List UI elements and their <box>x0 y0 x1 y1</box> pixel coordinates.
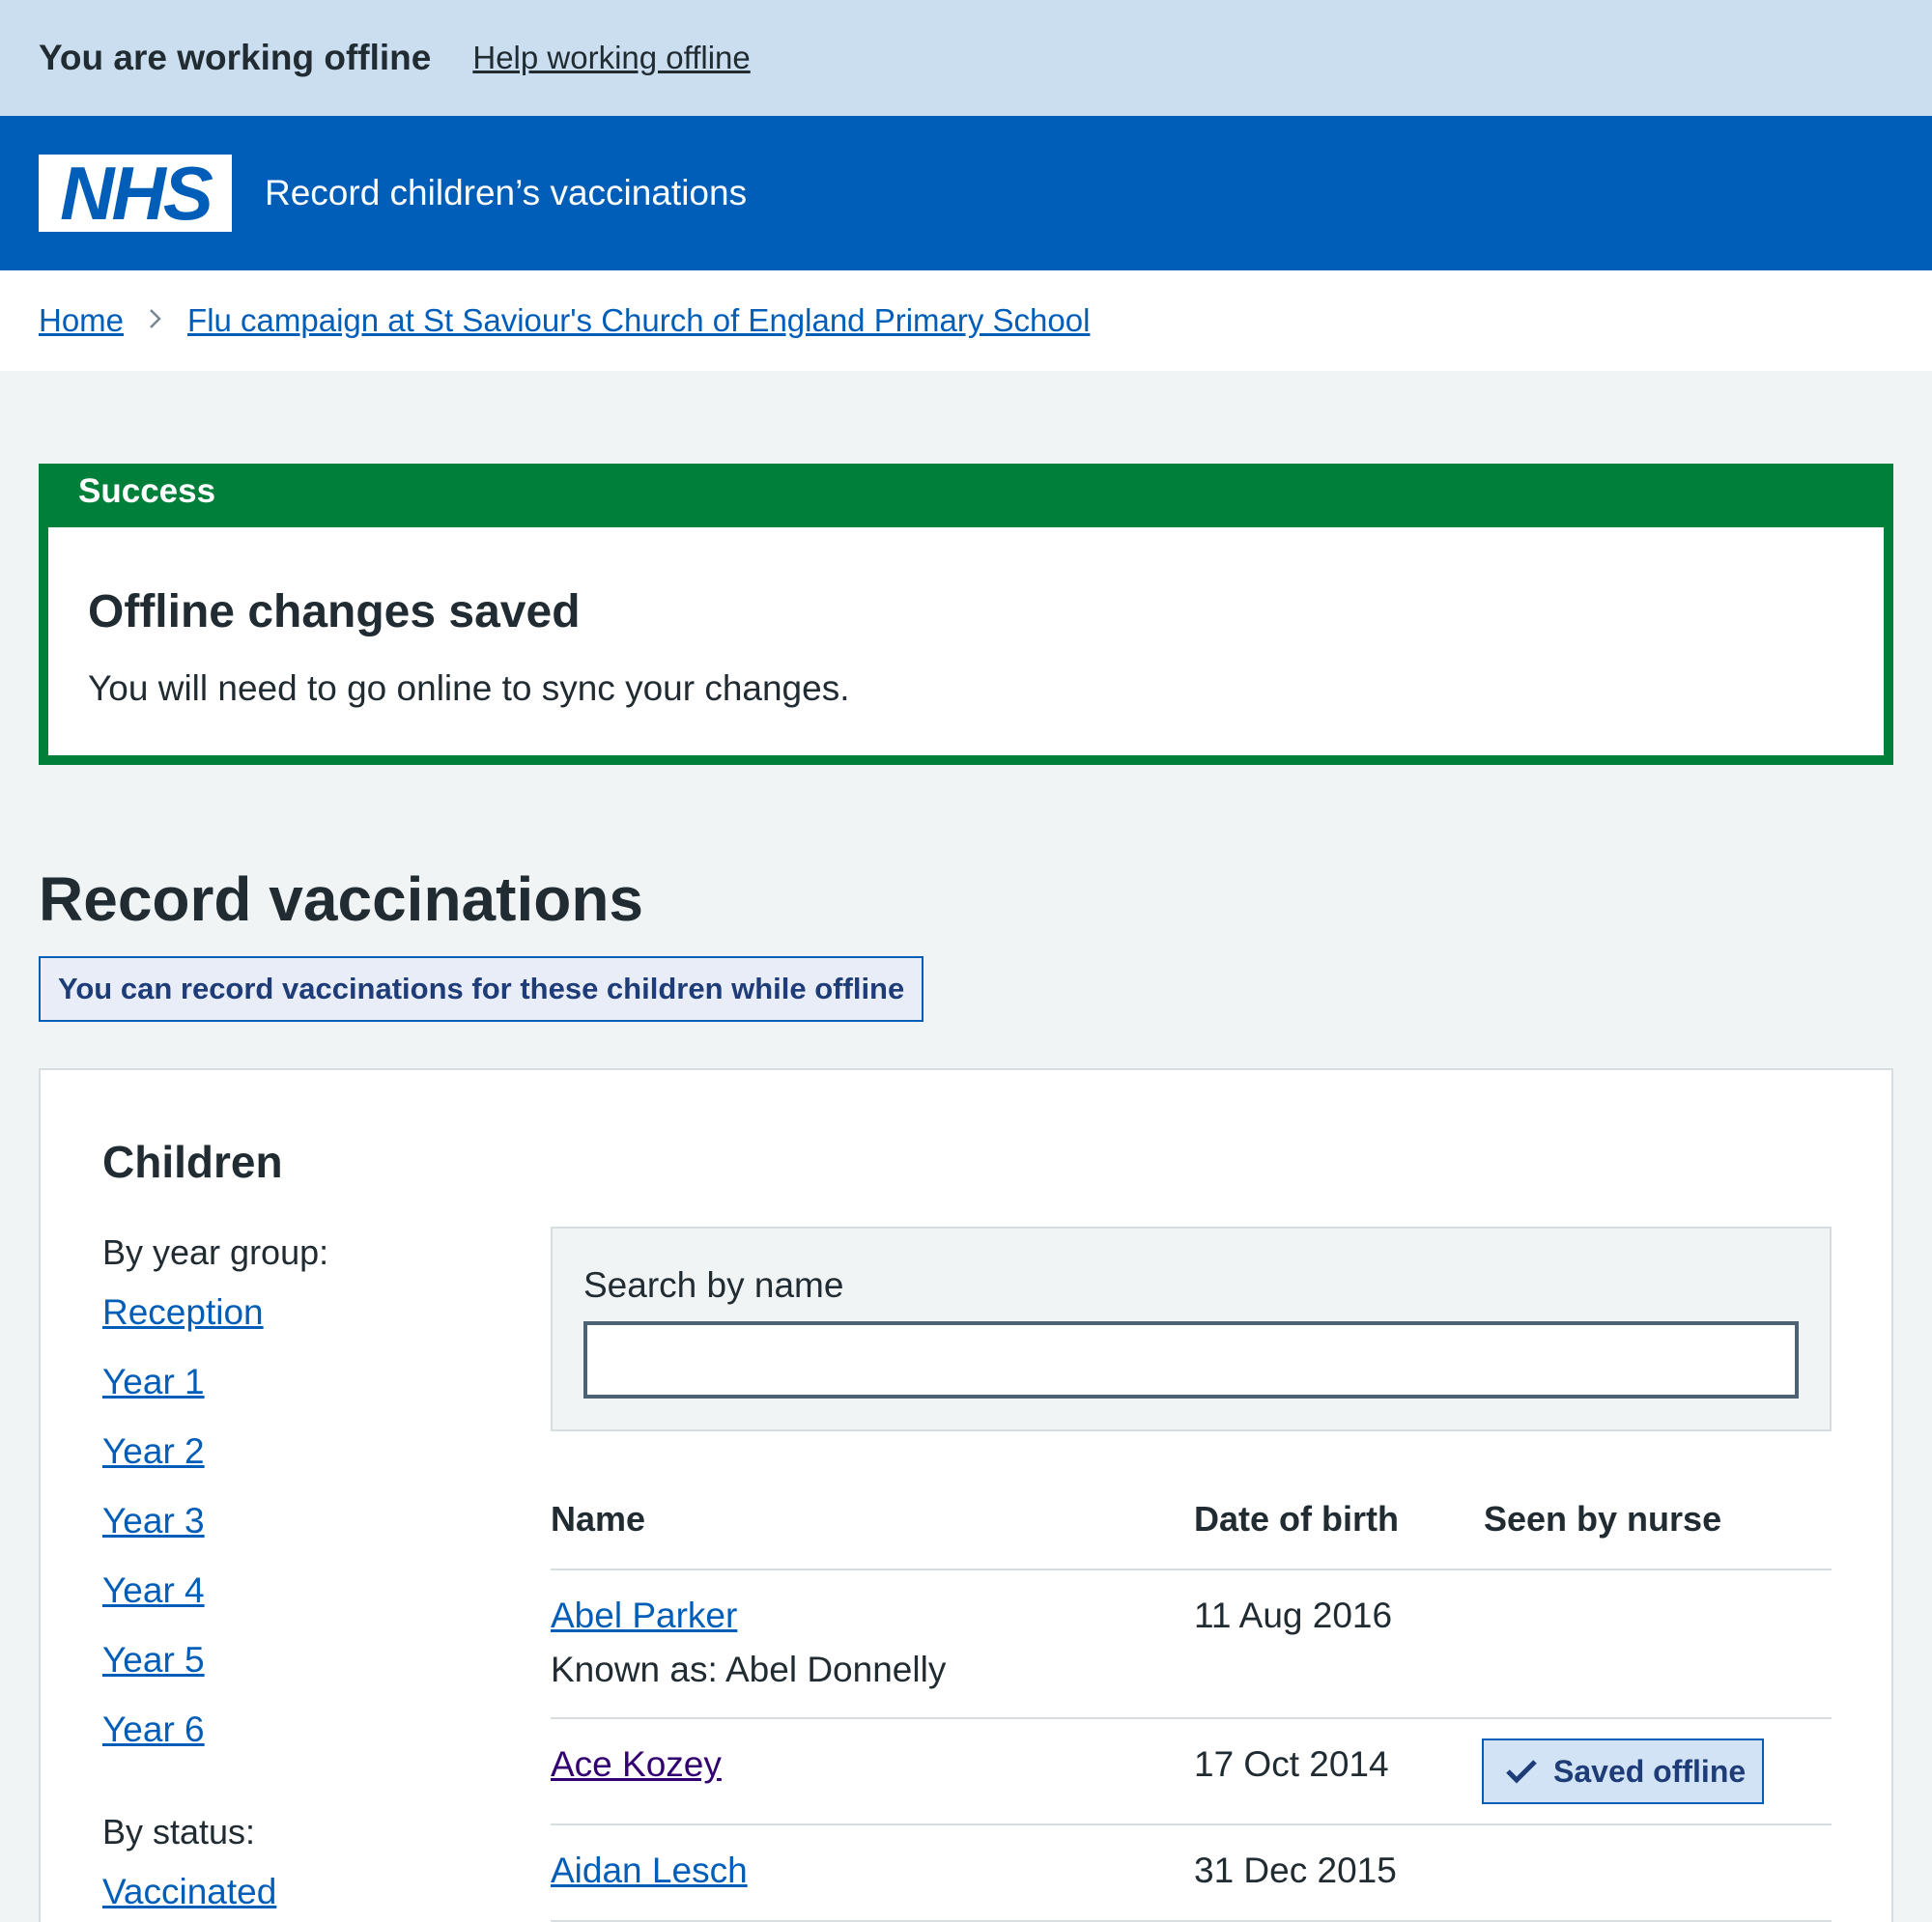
child-known-as: Known as: Abel Donnelly <box>551 1650 947 1689</box>
child-dob: 31 Dec 2015 <box>1194 1851 1397 1890</box>
filter-year-2-link[interactable]: Year 2 <box>102 1431 205 1472</box>
children-heading: Children <box>102 1137 283 1187</box>
child-dob: 11 Aug 2016 <box>1194 1596 1393 1635</box>
offline-banner-title: You are working offline <box>39 38 432 77</box>
status-filter-label: By status: <box>102 1812 256 1851</box>
nhs-logo-text: NHS <box>60 151 213 236</box>
search-label: Search by name <box>583 1265 844 1305</box>
success-banner-title: Offline changes saved <box>88 586 581 637</box>
saved-offline-tag: Saved offline <box>1482 1738 1764 1804</box>
table-divider <box>551 1823 1832 1825</box>
year-group-filter-label: By year group: <box>102 1232 329 1272</box>
search-panel: Search by name <box>551 1227 1832 1431</box>
nhs-logo[interactable]: NHS <box>39 155 232 232</box>
filter-reception-link[interactable]: Reception <box>102 1292 264 1333</box>
table-header-dob: Date of birth <box>1194 1499 1399 1539</box>
table-divider <box>551 1569 1832 1570</box>
success-banner-heading: Success <box>39 464 1893 527</box>
chevron-right-icon <box>149 304 162 337</box>
success-banner-body: You will need to go online to sync your … <box>88 668 850 708</box>
success-banner: Success Offline changes saved You will n… <box>39 464 1893 765</box>
page-title: Record vaccinations <box>39 864 643 934</box>
offline-available-tag: You can record vaccinations for these ch… <box>39 956 924 1022</box>
child-name-link[interactable]: Abel Parker <box>551 1596 737 1636</box>
filter-year-5-link[interactable]: Year 5 <box>102 1640 205 1681</box>
child-name-link[interactable]: Ace Kozey <box>551 1744 722 1785</box>
filter-year-3-link[interactable]: Year 3 <box>102 1501 205 1541</box>
site-header: NHS Record children’s vaccinations <box>0 116 1932 270</box>
help-working-offline-link[interactable]: Help working offline <box>472 40 750 76</box>
breadcrumb: Home Flu campaign at St Saviour's Church… <box>0 270 1932 371</box>
child-dob: 17 Oct 2014 <box>1194 1744 1389 1784</box>
offline-banner: You are working offline Help working off… <box>0 0 1932 116</box>
breadcrumb-campaign-link[interactable]: Flu campaign at St Saviour's Church of E… <box>187 302 1090 339</box>
table-header-seen: Seen by nurse <box>1484 1499 1722 1539</box>
check-icon <box>1506 1760 1537 1784</box>
child-name-link[interactable]: Aidan Lesch <box>551 1851 748 1891</box>
filter-vaccinated-link[interactable]: Vaccinated <box>102 1872 276 1912</box>
children-card: Children By year group: Reception Year 1… <box>39 1068 1893 1922</box>
filter-year-1-link[interactable]: Year 1 <box>102 1362 205 1402</box>
filter-year-4-link[interactable]: Year 4 <box>102 1570 205 1611</box>
search-input[interactable] <box>583 1321 1799 1399</box>
service-name[interactable]: Record children’s vaccinations <box>265 173 747 213</box>
filter-year-6-link[interactable]: Year 6 <box>102 1710 205 1750</box>
saved-offline-label: Saved offline <box>1553 1753 1747 1789</box>
breadcrumb-home-link[interactable]: Home <box>39 302 124 339</box>
table-header-name: Name <box>551 1499 646 1539</box>
table-divider <box>551 1717 1832 1719</box>
